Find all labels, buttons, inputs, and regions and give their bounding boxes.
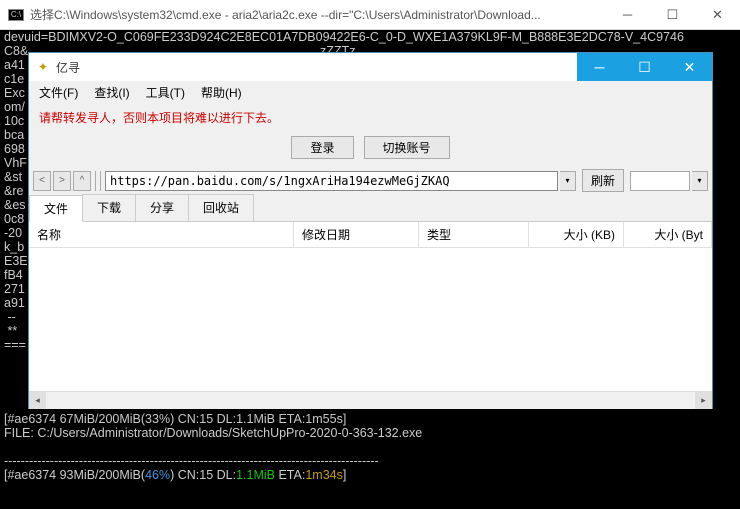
cmd-window-controls: ─ ☐ ✕ bbox=[605, 0, 740, 30]
bg-line: devuid=BDIMXV2-O_C069FE233D924C2E8EC01A7… bbox=[4, 30, 684, 44]
switch-account-button[interactable]: 切换账号 bbox=[364, 136, 450, 159]
col-type[interactable]: 类型 bbox=[419, 222, 529, 247]
nav-up-button[interactable]: ^ bbox=[73, 171, 91, 191]
auth-buttons: 登录 切换账号 bbox=[29, 132, 712, 167]
close-button[interactable]: ✕ bbox=[695, 0, 740, 30]
spacer-input[interactable] bbox=[630, 171, 690, 191]
tab-recycle[interactable]: 回收站 bbox=[188, 194, 254, 221]
popup-title: 亿寻 bbox=[56, 59, 577, 76]
cmd-title: 选择C:\Windows\system32\cmd.exe - aria2\ar… bbox=[30, 6, 605, 23]
status-line-progress: [#ae6374 93MiB/200MiB(46%) CN:15 DL:1.1M… bbox=[4, 468, 346, 482]
tab-files[interactable]: 文件 bbox=[29, 195, 83, 222]
scroll-right-button[interactable]: ▸ bbox=[695, 392, 712, 409]
menu-find[interactable]: 查找(I) bbox=[88, 82, 135, 103]
tabs: 文件 下载 分享 回收站 bbox=[29, 194, 712, 222]
cmd-icon: C:\ bbox=[8, 9, 24, 21]
popup-window-controls: ─ ☐ ✕ bbox=[577, 53, 712, 81]
menu-file[interactable]: 文件(F) bbox=[33, 82, 84, 103]
close-button[interactable]: ✕ bbox=[667, 53, 712, 81]
col-size-byt[interactable]: 大小 (Byt bbox=[624, 222, 712, 247]
file-table: 名称 修改日期 类型 大小 (KB) 大小 (Byt ◂ ▸ bbox=[29, 222, 712, 408]
menu-bar: 文件(F) 查找(I) 工具(T) 帮助(H) bbox=[29, 81, 712, 103]
horizontal-scrollbar[interactable]: ◂ ▸ bbox=[29, 391, 712, 408]
maximize-button[interactable]: ☐ bbox=[622, 53, 667, 81]
nav-forward-button[interactable]: > bbox=[53, 171, 71, 191]
app-icon: ✦ bbox=[35, 59, 51, 75]
status-line-1: [#ae6374 67MiB/200MiB(33%) CN:15 DL:1.1M… bbox=[4, 412, 346, 426]
tab-downloads[interactable]: 下载 bbox=[82, 194, 136, 221]
popup-content: 请帮转发寻人，否则本项目将难以进行下去。 登录 切换账号 < > ^ ▾ 刷新 … bbox=[29, 103, 712, 408]
yixun-window: ✦ 亿寻 ─ ☐ ✕ 文件(F) 查找(I) 工具(T) 帮助(H) 请帮转发寻… bbox=[28, 52, 713, 409]
col-name[interactable]: 名称 bbox=[29, 222, 294, 247]
dash-line: ----------------------------------------… bbox=[4, 454, 379, 468]
menu-tools[interactable]: 工具(T) bbox=[140, 82, 191, 103]
spacer-dropdown-button[interactable]: ▾ bbox=[692, 171, 708, 191]
refresh-button[interactable]: 刷新 bbox=[582, 169, 624, 192]
scroll-left-button[interactable]: ◂ bbox=[29, 392, 46, 409]
login-button[interactable]: 登录 bbox=[291, 136, 353, 159]
warning-text: 请帮转发寻人，否则本项目将难以进行下去。 bbox=[29, 103, 712, 132]
cmd-titlebar: C:\ 选择C:\Windows\system32\cmd.exe - aria… bbox=[0, 0, 740, 30]
nav-row: < > ^ ▾ 刷新 ▾ bbox=[29, 167, 712, 194]
divider-icon bbox=[95, 171, 101, 191]
minimize-button[interactable]: ─ bbox=[577, 53, 622, 81]
scroll-track[interactable] bbox=[46, 392, 695, 409]
table-header: 名称 修改日期 类型 大小 (KB) 大小 (Byt bbox=[29, 222, 712, 248]
col-modified[interactable]: 修改日期 bbox=[294, 222, 419, 247]
table-body bbox=[29, 248, 712, 391]
popup-titlebar: ✦ 亿寻 ─ ☐ ✕ bbox=[29, 53, 712, 81]
tab-share[interactable]: 分享 bbox=[135, 194, 189, 221]
status-file-line: FILE: C:/Users/Administrator/Downloads/S… bbox=[4, 426, 422, 440]
minimize-button[interactable]: ─ bbox=[605, 0, 650, 30]
nav-back-button[interactable]: < bbox=[33, 171, 51, 191]
col-size-kb[interactable]: 大小 (KB) bbox=[529, 222, 624, 247]
url-dropdown-button[interactable]: ▾ bbox=[560, 171, 576, 191]
menu-help[interactable]: 帮助(H) bbox=[195, 82, 248, 103]
url-input[interactable] bbox=[105, 171, 558, 191]
maximize-button[interactable]: ☐ bbox=[650, 0, 695, 30]
